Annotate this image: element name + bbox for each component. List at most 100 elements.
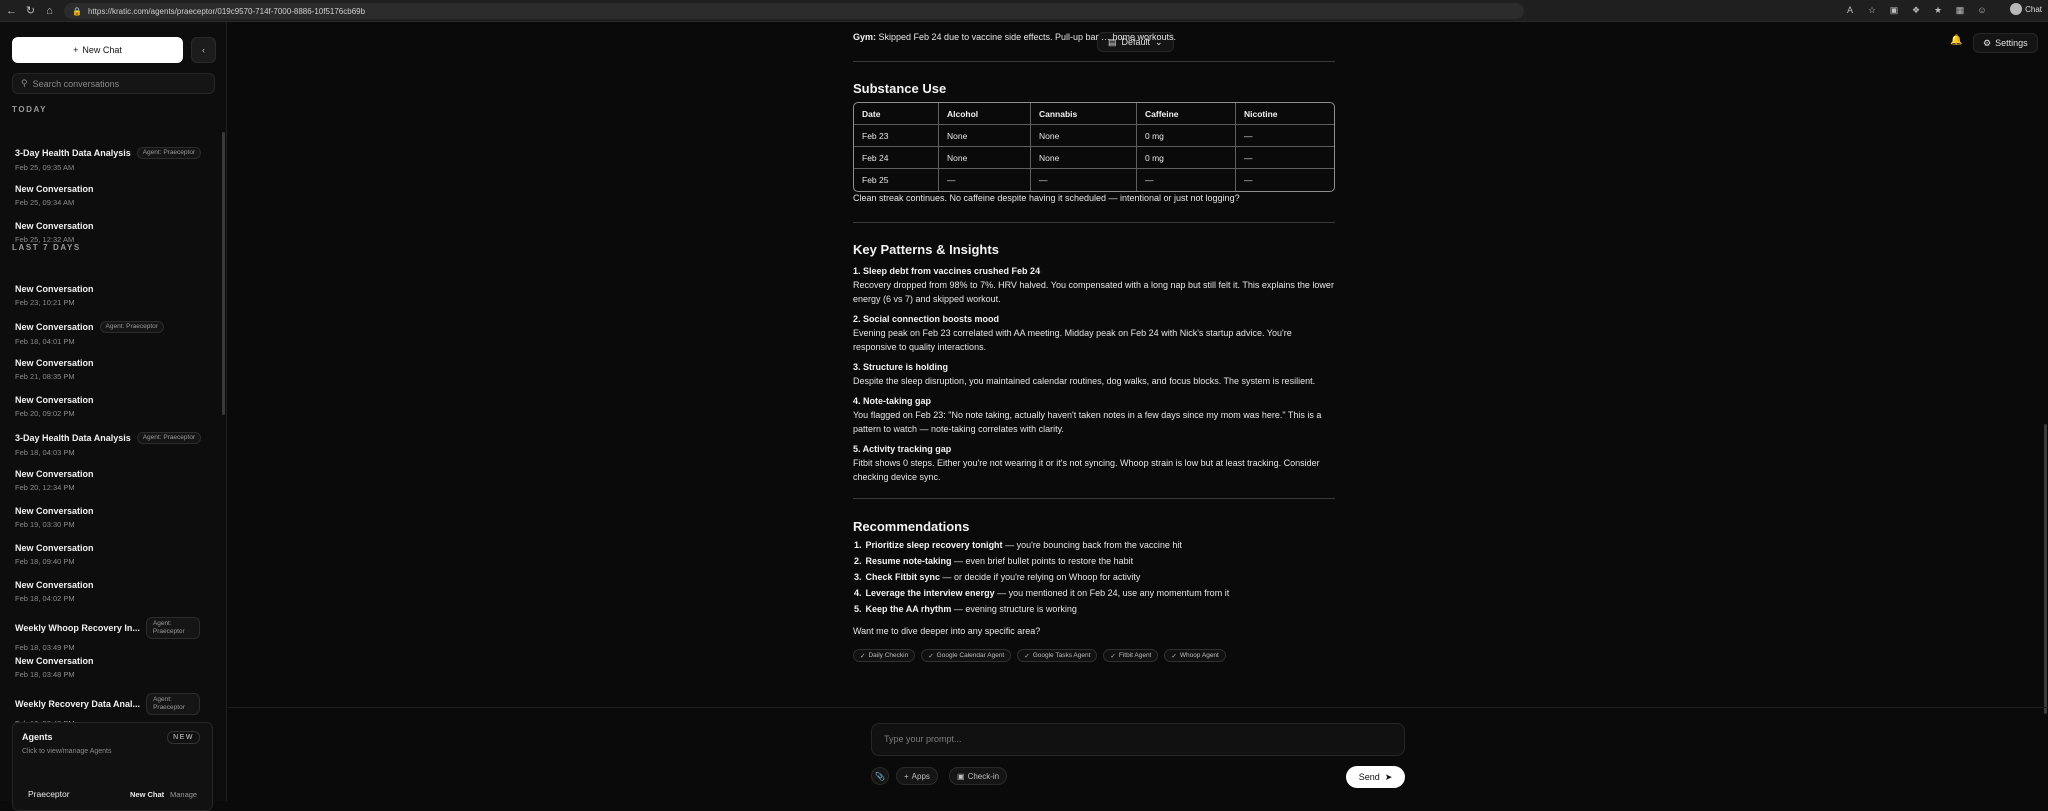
check-icon: ✓ xyxy=(928,652,934,660)
conversation-title-row: New Conversation xyxy=(15,284,210,294)
settings-button[interactable]: ⚙ Settings xyxy=(1973,33,2038,53)
tool-chip-label: Fitbit Agent xyxy=(1118,652,1152,659)
conversation-date: Feb 20, 09:02 PM xyxy=(15,409,75,418)
recommendation-number: 5. xyxy=(854,604,862,614)
profile-switch-icon[interactable]: ☺ xyxy=(1976,3,1988,17)
conversation-item[interactable]: 3-Day Health Data Analysis Agent: Praecep… xyxy=(15,432,210,457)
recommendation-number: 2. xyxy=(854,556,862,566)
conversation-item[interactable]: New Conversation Feb 23, 10:21 PM xyxy=(15,284,210,307)
back-icon[interactable]: ← xyxy=(4,3,19,18)
conversation-item[interactable]: New Conversation Feb 18, 04:02 PM xyxy=(15,580,210,603)
tool-chip-label: Daily Checkin xyxy=(868,652,909,659)
tool-chip-label: Whoop Agent xyxy=(1179,652,1219,659)
gear-icon: ⚙ xyxy=(1983,37,1992,48)
home-icon[interactable]: ⌂ xyxy=(42,3,57,18)
settings-label: Settings xyxy=(1995,38,2028,48)
browser-toolbar: ← ↻ ⌂ 🔒 https://kratic.com/agents/praece… xyxy=(0,0,2048,22)
agent-name[interactable]: Praeceptor xyxy=(28,789,70,799)
checkin-button[interactable]: ▣ Check-in xyxy=(949,767,1008,785)
recommendation-item: 4. Leverage the interview energy — you me… xyxy=(854,588,1229,598)
table-cell: — xyxy=(1031,169,1137,191)
search-input[interactable]: ⚲ Search conversations xyxy=(12,73,215,94)
read-aloud-icon[interactable]: A xyxy=(1844,3,1856,17)
table-row: Feb 24 None None 0 mg — xyxy=(854,147,1334,169)
conversation-title-row: New Conversation xyxy=(15,656,210,666)
conversation-item[interactable]: Weekly Whoop Recovery In... Agent: Praece… xyxy=(15,617,210,652)
conversation-item[interactable]: New Conversation Feb 21, 08:35 PM xyxy=(15,358,210,381)
table-header-cell: Nicotine xyxy=(1236,103,1334,125)
conversation-date: Feb 18, 03:48 PM xyxy=(15,670,75,679)
insight-body: You flagged on Feb 23: "No note taking, … xyxy=(853,410,1322,434)
table-cell: — xyxy=(1244,175,1253,185)
conversation-item[interactable]: New Conversation Feb 25, 12:32 AM xyxy=(15,221,210,244)
collapse-sidebar-button[interactable]: ‹ xyxy=(191,37,216,63)
apps-label: Apps xyxy=(911,771,930,781)
chat-scrollbar[interactable] xyxy=(2044,44,2047,734)
collections-icon[interactable]: ▦ xyxy=(1954,3,1966,17)
new-chat-button[interactable]: + New Chat xyxy=(12,37,183,63)
bell-icon[interactable]: 🔔 xyxy=(1950,35,1964,49)
profile-button[interactable]: Chat xyxy=(2010,3,2042,15)
agents-panel[interactable]: Agents Click to view/manage Agents NEW P… xyxy=(12,722,213,811)
recommendation-title: Check Fitbit sync xyxy=(865,572,941,582)
conversation-item[interactable]: New Conversation Agent: Praeceptor Feb 18,… xyxy=(15,321,210,346)
table-cell: 0 mg xyxy=(1137,147,1236,169)
lock-icon: 🔒 xyxy=(72,6,82,16)
conversation-title-row: 3-Day Health Data Analysis Agent: Praecep… xyxy=(15,432,210,444)
conversation-date: Feb 18, 09:40 PM xyxy=(15,557,75,566)
recommendation-text: — even brief bullet points to restore th… xyxy=(951,556,1134,566)
substance-heading: Substance Use xyxy=(853,81,947,96)
table-cell: None xyxy=(1031,147,1137,169)
send-button[interactable]: Send ➤ xyxy=(1346,766,1405,788)
reload-icon[interactable]: ↻ xyxy=(23,3,38,18)
check-icon: ✓ xyxy=(1171,652,1177,660)
conversation-item[interactable]: New Conversation Feb 20, 09:02 PM xyxy=(15,395,210,418)
reading-view-icon[interactable]: ▣ xyxy=(1888,3,1900,17)
conversation-item[interactable]: 3-Day Health Data Analysis Agent: Praecep… xyxy=(15,147,210,172)
agent-badge: Agent: Praeceptor xyxy=(99,321,164,333)
sidebar-scrollbar[interactable] xyxy=(222,132,225,415)
conversation-title: 3-Day Health Data Analysis xyxy=(15,433,131,443)
conversation-item[interactable]: New Conversation Feb 18, 03:48 PM xyxy=(15,656,210,679)
conversation-title: New Conversation xyxy=(15,395,94,405)
url-text: https://kratic.com/agents/praeceptor/019… xyxy=(87,6,366,16)
table-cell: Feb 23 xyxy=(854,125,939,147)
table-cell: None xyxy=(939,147,1031,169)
favorite-icon[interactable]: ☆ xyxy=(1866,3,1878,17)
plus-icon: + xyxy=(904,771,909,781)
extensions-icon[interactable]: ❖ xyxy=(1910,3,1922,17)
conversation-title-row: New Conversation Agent: Praeceptor xyxy=(15,321,210,333)
tool-chip[interactable]: ✓ Whoop Agent xyxy=(1164,649,1226,662)
insight-body: Despite the sleep disruption, you mainta… xyxy=(853,376,1316,386)
conversation-item[interactable]: New Conversation Feb 19, 03:30 PM xyxy=(15,506,210,529)
tool-chip[interactable]: ✓ Fitbit Agent xyxy=(1103,649,1159,662)
tool-chip[interactable]: ✓ Daily Checkin xyxy=(853,649,916,662)
conversation-title-row: New Conversation xyxy=(15,358,210,368)
favorites-bar-icon[interactable]: ★ xyxy=(1932,3,1944,17)
conversation-item[interactable]: New Conversation Feb 18, 09:40 PM xyxy=(15,543,210,566)
conversation-title: New Conversation xyxy=(15,580,94,590)
conversation-item[interactable]: New Conversation Feb 20, 12:34 PM xyxy=(15,469,210,492)
search-icon: ⚲ xyxy=(21,78,28,88)
tool-chip[interactable]: ✓ Google Calendar Agent xyxy=(921,649,1012,662)
conversation-title: New Conversation xyxy=(15,506,94,516)
conversation-date: Feb 18, 03:49 PM xyxy=(15,643,75,652)
prompt-input[interactable]: Type your prompt... xyxy=(871,723,1405,756)
insight-body: Fitbit shows 0 steps. Either you're not … xyxy=(853,458,1320,482)
attach-button[interactable]: 📎 xyxy=(871,767,889,785)
prompt-placeholder: Type your prompt... xyxy=(884,734,962,744)
tool-chip[interactable]: ✓ Google Tasks Agent xyxy=(1017,649,1098,662)
agent-manage-link[interactable]: Manage xyxy=(170,790,197,799)
address-bar[interactable]: 🔒 https://kratic.com/agents/praeceptor/0… xyxy=(64,3,1524,19)
check-icon: ✓ xyxy=(860,652,866,660)
agent-new-chat-link[interactable]: New Chat xyxy=(130,790,164,799)
recommendation-text: — evening structure is working xyxy=(951,604,1077,614)
new-chat-label: New Chat xyxy=(82,45,122,55)
insight-title: 1. Sleep debt from vaccines crushed Feb … xyxy=(853,266,1041,276)
conversation-item[interactable]: New Conversation Feb 25, 09:34 AM xyxy=(15,184,210,207)
insight-body: Evening peak on Feb 23 correlated with A… xyxy=(853,328,1292,352)
conversation-title-row: New Conversation xyxy=(15,543,210,553)
apps-button[interactable]: + Apps xyxy=(896,767,938,785)
divider xyxy=(853,222,1335,223)
checkin-label: Check-in xyxy=(967,771,1000,781)
